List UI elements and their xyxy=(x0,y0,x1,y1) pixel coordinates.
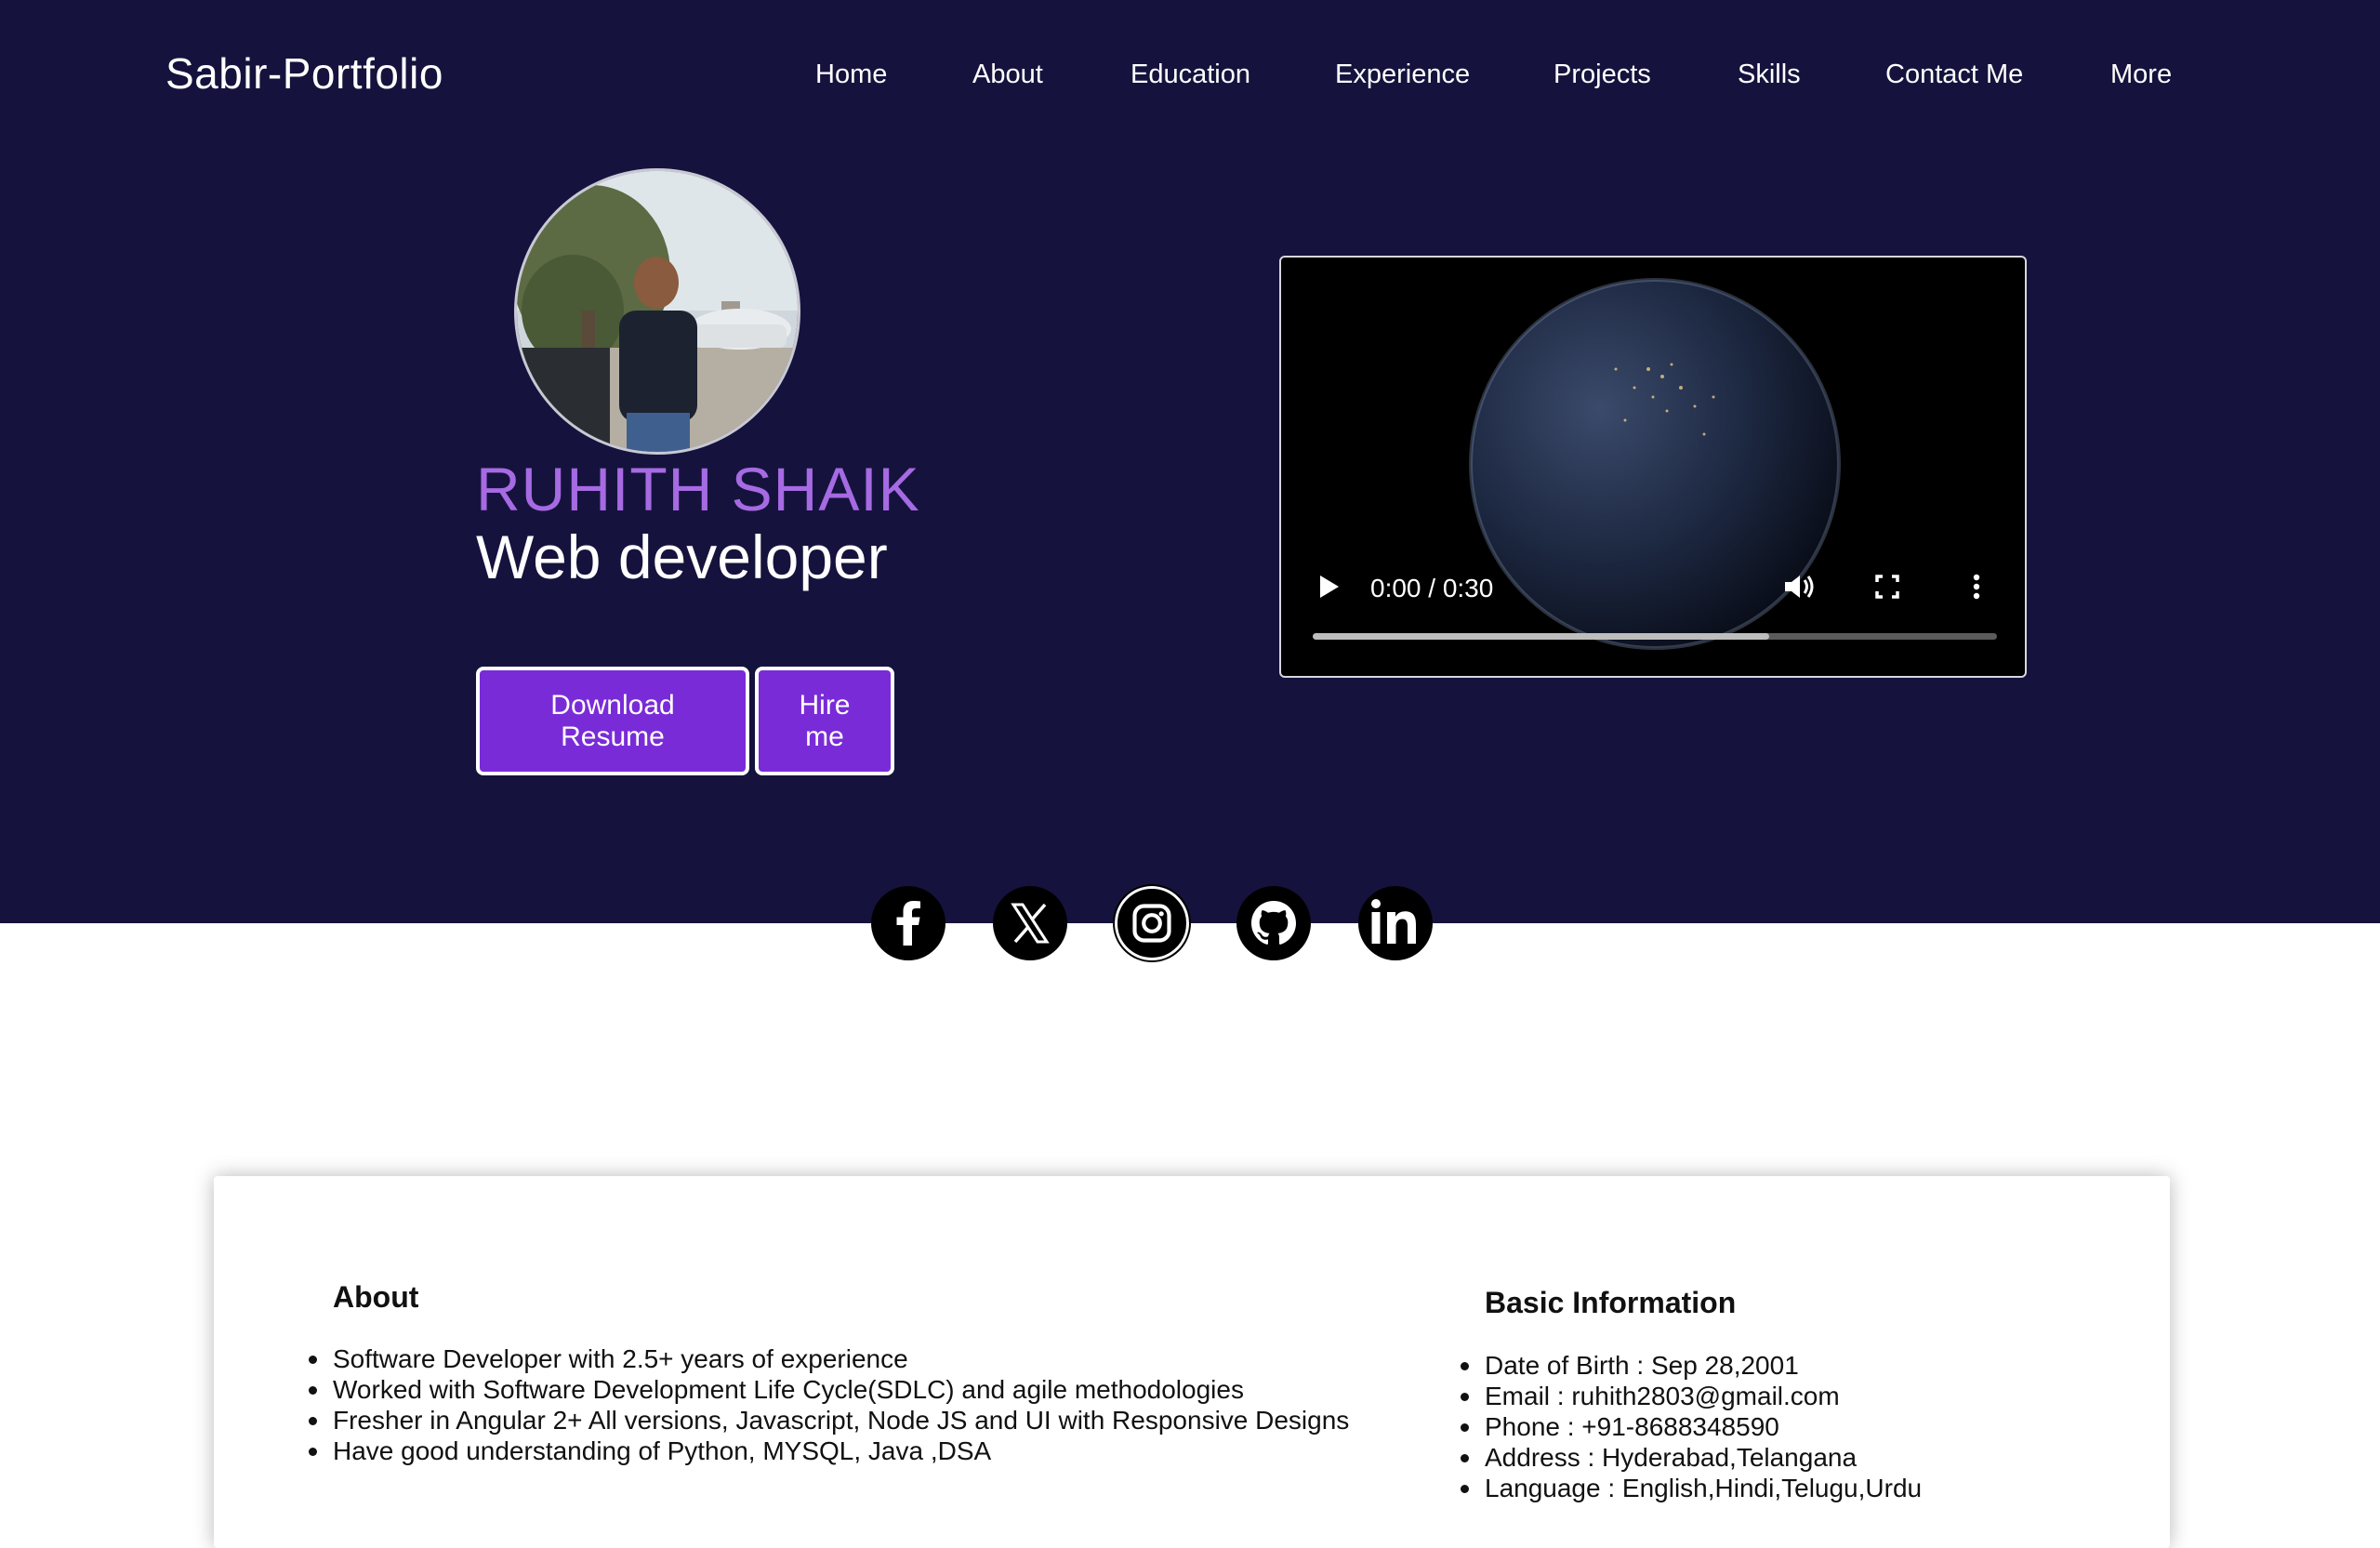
profile-avatar xyxy=(514,168,800,455)
video-time: 0:00 / 0:30 xyxy=(1370,574,1494,602)
download-resume-button[interactable]: Download Resume xyxy=(476,667,749,775)
about-item: Have good understanding of Python, MYSQL… xyxy=(308,1436,1349,1466)
github-icon xyxy=(1251,901,1296,945)
x-link[interactable] xyxy=(993,886,1067,960)
basic-info-item: Phone : +91-8688348590 xyxy=(1460,1411,1922,1442)
nav-projects[interactable]: Projects xyxy=(1554,60,1651,97)
nav-experience[interactable]: Experience xyxy=(1335,60,1470,97)
earth-video-frame xyxy=(1469,278,1841,650)
hire-me-label-line2: me xyxy=(805,721,844,752)
basic-info-item: Email : ruhith2803@gmail.com xyxy=(1460,1381,1922,1411)
profile-photo xyxy=(517,171,798,452)
hire-me-button[interactable]: Hire me xyxy=(755,667,894,775)
video-progress-bar[interactable] xyxy=(1313,633,1997,640)
about-title: About xyxy=(333,1280,419,1314)
profile-name: RUHITH SHAIK xyxy=(476,455,920,523)
info-card: About Software Developer with 2.5+ years… xyxy=(214,1176,2170,1548)
basic-info-list: Date of Birth : Sep 28,2001 Email : ruhi… xyxy=(1460,1350,1923,1503)
nav-contact-me[interactable]: Contact Me xyxy=(1885,60,2023,97)
more-options-icon[interactable] xyxy=(1958,568,1995,605)
about-item: Worked with Software Development Life Cy… xyxy=(308,1374,1349,1405)
nav-about[interactable]: About xyxy=(972,60,1043,97)
instagram-icon xyxy=(1132,904,1171,943)
linkedin-link[interactable] xyxy=(1358,886,1433,960)
nav-skills[interactable]: Skills xyxy=(1738,60,1801,97)
instagram-link[interactable] xyxy=(1113,884,1191,962)
volume-icon[interactable] xyxy=(1779,568,1817,605)
about-list: Software Developer with 2.5+ years of ex… xyxy=(308,1343,1350,1466)
hire-me-label-line1: Hire xyxy=(799,689,851,721)
nav-education[interactable]: Education xyxy=(1130,60,1250,97)
about-item: Software Developer with 2.5+ years of ex… xyxy=(308,1343,1349,1374)
linkedin-icon xyxy=(1371,899,1416,944)
x-icon xyxy=(1011,903,1050,944)
facebook-link[interactable] xyxy=(871,886,945,960)
download-resume-label-line2: Resume xyxy=(561,721,665,752)
about-item: Fresher in Angular 2+ All versions, Java… xyxy=(308,1406,1350,1435)
hero-section: Sabir-Portfolio Home About Education Exp… xyxy=(0,0,2380,923)
basic-info-item: Address : Hyderabad,Telangana xyxy=(1460,1442,1922,1473)
nav-home[interactable]: Home xyxy=(815,60,887,97)
play-icon[interactable] xyxy=(1309,568,1346,605)
fullscreen-icon[interactable] xyxy=(1869,568,1906,605)
video-buffered-fill xyxy=(1313,633,1769,640)
github-link[interactable] xyxy=(1236,886,1311,960)
video-player[interactable]: 0:00 / 0:30 xyxy=(1279,256,2027,678)
facebook-icon xyxy=(896,901,920,946)
profile-role: Web developer xyxy=(476,523,888,591)
basic-info-item: Language : English,Hindi,Telugu,Urdu xyxy=(1460,1474,1923,1502)
download-resume-label-line1: Download xyxy=(550,689,675,721)
basic-info-item: Date of Birth : Sep 28,2001 xyxy=(1460,1350,1922,1381)
brand-logo[interactable]: Sabir-Portfolio xyxy=(165,48,443,99)
basic-info-title: Basic Information xyxy=(1485,1286,1737,1319)
nav-more[interactable]: More xyxy=(2110,60,2172,97)
